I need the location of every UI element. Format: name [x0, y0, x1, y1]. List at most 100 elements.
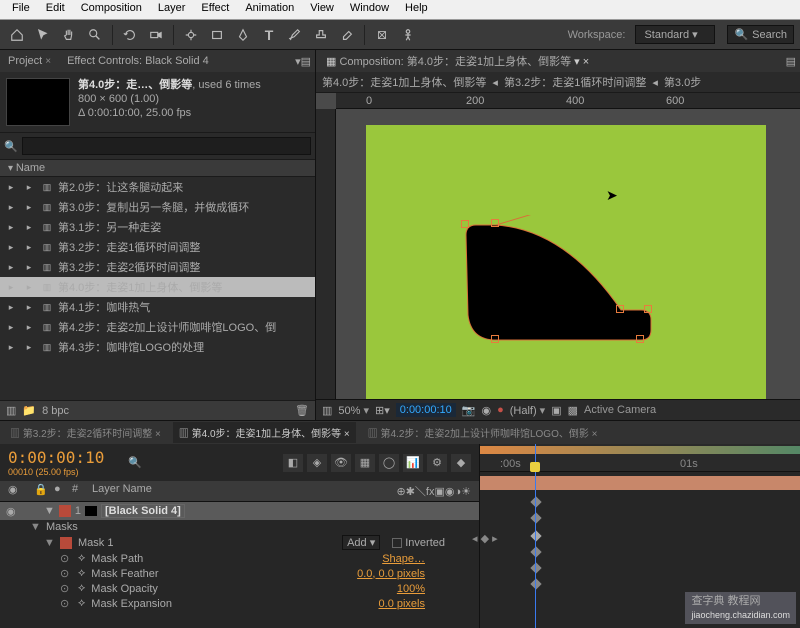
frame-blend-toggle[interactable]: ▦: [355, 454, 375, 472]
project-item[interactable]: ▸▸▥第3.1步：另一种走姿: [0, 217, 315, 237]
menu-help[interactable]: Help: [397, 0, 436, 19]
resolution-dropdown[interactable]: (Half) ▾: [510, 404, 545, 417]
tab-project[interactable]: Project×: [4, 53, 55, 69]
menu-view[interactable]: View: [302, 0, 342, 19]
keyframe-nav[interactable]: ◂ ◆ ▸: [472, 532, 498, 545]
link-icon[interactable]: ⟡: [78, 597, 85, 610]
twirl-icon[interactable]: ▼: [30, 521, 40, 533]
home-tool[interactable]: [6, 24, 28, 46]
link-icon[interactable]: ⟡: [78, 567, 85, 580]
anchor-tool[interactable]: [180, 24, 202, 46]
tab-effect-controls[interactable]: Effect Controls: Black Solid 4: [63, 53, 213, 69]
brainstorm[interactable]: ⚙: [427, 454, 447, 472]
auto-keyframe[interactable]: ◆: [451, 454, 471, 472]
keyframe[interactable]: [530, 546, 541, 557]
project-item[interactable]: ▸▸▥第2.0步：让这条腿动起来: [0, 177, 315, 197]
panel-menu-icon[interactable]: ▾▤: [295, 55, 311, 68]
keyframe[interactable]: [530, 496, 541, 507]
breadcrumb-item[interactable]: 第4.0步：走姿1加上身体、倒影等: [322, 74, 486, 90]
layer-name[interactable]: [Black Solid 4]: [101, 504, 185, 518]
snapshot-icon[interactable]: 📷: [462, 404, 476, 417]
layer-duration-bar[interactable]: [480, 476, 800, 490]
mask-vertex[interactable]: [491, 335, 499, 343]
stopwatch-icon[interactable]: ⊙: [60, 597, 72, 610]
timeline-tab[interactable]: ▥ 第4.0步：走姿1加上身体、倒影等 ×: [173, 422, 356, 443]
breadcrumb-item[interactable]: 第3.2步：走姿1循环时间调整: [504, 74, 646, 90]
close-icon[interactable]: ×: [45, 56, 51, 67]
mask-vertex[interactable]: [644, 305, 652, 313]
comp-canvas[interactable]: ➤: [366, 125, 766, 399]
puppet-tool[interactable]: [397, 24, 419, 46]
text-tool[interactable]: T: [258, 24, 280, 46]
transparency-icon[interactable]: ▩: [568, 404, 578, 417]
pen-tool[interactable]: [232, 24, 254, 46]
link-icon[interactable]: ⟡: [78, 552, 85, 565]
channel-icon[interactable]: ◉: [481, 404, 491, 417]
bin-icon[interactable]: ▥: [6, 404, 16, 417]
panel-menu-icon[interactable]: ▤: [786, 55, 796, 68]
menu-edit[interactable]: Edit: [38, 0, 73, 19]
keyframe[interactable]: [530, 562, 541, 573]
roi-icon[interactable]: ▣: [551, 404, 561, 417]
column-header-name[interactable]: ▾ Name: [0, 160, 315, 177]
property-value[interactable]: Shape…: [382, 553, 425, 565]
menu-layer[interactable]: Layer: [150, 0, 194, 19]
stopwatch-icon[interactable]: ⊙: [60, 582, 72, 595]
timeline-tab[interactable]: ▥ 第4.2步：走姿2加上设计师咖啡馆LOGO、倒影 ×: [362, 422, 604, 443]
hand-tool[interactable]: [58, 24, 80, 46]
project-item[interactable]: ▸▸▥第3.0步：复制出另一条腿，并做成循环: [0, 197, 315, 217]
roto-tool[interactable]: [371, 24, 393, 46]
bpc-toggle[interactable]: 8 bpc: [42, 405, 69, 417]
masks-group[interactable]: ▼ Masks: [0, 520, 479, 534]
mask-vertex[interactable]: [461, 220, 469, 228]
mask-color[interactable]: [60, 537, 72, 549]
mask-row[interactable]: ▼ Mask 1 Add ▾ Inverted: [0, 534, 479, 551]
stopwatch-icon[interactable]: ⊙: [60, 567, 72, 580]
menu-file[interactable]: File: [4, 0, 38, 19]
comp-mini-flowchart[interactable]: ◧: [283, 454, 303, 472]
mask-inverted-checkbox[interactable]: Inverted: [392, 537, 445, 549]
menu-effect[interactable]: Effect: [193, 0, 237, 19]
workspace-dropdown[interactable]: Standard ▾: [635, 25, 715, 44]
search-icon[interactable]: 🔍: [128, 456, 142, 469]
eraser-tool[interactable]: [336, 24, 358, 46]
keyframe[interactable]: [530, 578, 541, 589]
always-preview-icon[interactable]: ▥: [322, 404, 332, 417]
project-search-input[interactable]: [22, 137, 311, 155]
twirl-icon[interactable]: ▼: [44, 537, 54, 549]
mask-vertex[interactable]: [636, 335, 644, 343]
property-row[interactable]: ⊙⟡Mask Feather0.0, 0.0 pixels: [0, 566, 479, 581]
project-item[interactable]: ▸▸▥第4.0步：走姿1加上身体、倒影等: [0, 277, 315, 297]
grid-icon[interactable]: ⊞▾: [375, 404, 390, 417]
menu-composition[interactable]: Composition: [73, 0, 150, 19]
zoom-tool[interactable]: [84, 24, 106, 46]
tab-composition[interactable]: ▦ Composition: 第4.0步：走姿1加上身体、倒影等 ▾ ×: [320, 51, 595, 71]
camera-dropdown[interactable]: Active Camera: [584, 404, 656, 416]
layer-row[interactable]: ◉ ▼ 1 [Black Solid 4]: [0, 502, 479, 520]
menu-window[interactable]: Window: [342, 0, 397, 19]
mask-vertex[interactable]: [491, 219, 499, 227]
draft-3d[interactable]: ◈: [307, 454, 327, 472]
rect-tool[interactable]: [206, 24, 228, 46]
menu-animation[interactable]: Animation: [237, 0, 302, 19]
shy-toggle[interactable]: 👁: [331, 454, 351, 472]
project-item[interactable]: ▸▸▥第3.2步：走姿1循环时间调整: [0, 237, 315, 257]
keyframe[interactable]: [530, 512, 541, 523]
property-value[interactable]: 0.0 pixels: [379, 598, 425, 610]
project-item[interactable]: ▸▸▥第4.3步：咖啡馆LOGO的处理: [0, 337, 315, 357]
playhead[interactable]: [535, 444, 536, 628]
help-search[interactable]: 🔍Search: [727, 25, 794, 44]
timeline-timecode[interactable]: 0:00:00:10: [8, 448, 104, 467]
stamp-tool[interactable]: [310, 24, 332, 46]
project-item[interactable]: ▸▸▥第4.2步：走姿2加上设计师咖啡馆LOGO、倒: [0, 317, 315, 337]
project-item[interactable]: ▸▸▥第4.1步：咖啡热气: [0, 297, 315, 317]
rotate-tool[interactable]: [119, 24, 141, 46]
layer-color-label[interactable]: [59, 505, 71, 517]
zoom-dropdown[interactable]: 50% ▾: [338, 404, 369, 417]
breadcrumb-item[interactable]: 第3.0步: [664, 74, 701, 90]
stopwatch-icon[interactable]: ⊙: [60, 552, 72, 565]
camera-tool[interactable]: [145, 24, 167, 46]
property-row[interactable]: ⊙⟡Mask Expansion0.0 pixels: [0, 596, 479, 611]
trash-icon[interactable]: 🗑: [295, 404, 309, 417]
mask-toggle-icon[interactable]: ●: [497, 404, 504, 416]
